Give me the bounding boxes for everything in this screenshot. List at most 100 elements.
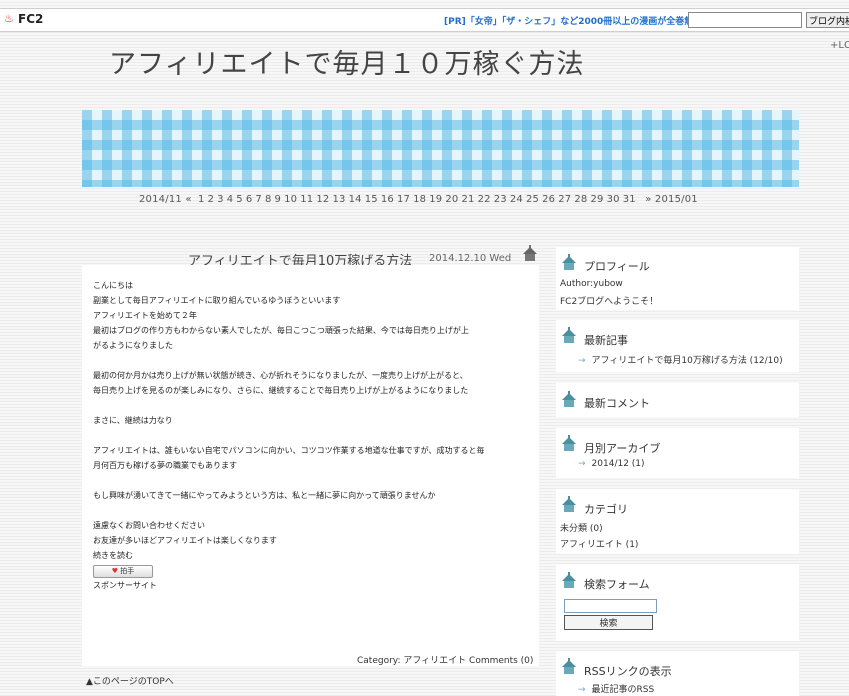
entry-text-line [93, 353, 533, 368]
entry-text-line [93, 473, 533, 488]
read-more-link[interactable]: 続きを読む [93, 548, 533, 563]
entry-date: 2014.12.10 Wed [429, 253, 512, 264]
entry-text-line: がるようになりました [93, 341, 173, 350]
entry-text-line [93, 398, 533, 413]
sidebar-recent-comments: 最新コメント [556, 383, 799, 417]
calendar-day[interactable]: 25 [526, 194, 539, 205]
calendar-day[interactable]: 27 [558, 194, 571, 205]
calendar-day[interactable]: 4 [227, 194, 234, 205]
entry-text-line: 最初の何か月かは売り上げが無い状態が続き、心が折れそうになりましたが、一度売り上… [93, 371, 468, 380]
calendar-day[interactable]: 7 [255, 194, 262, 205]
archive-house-icon [562, 435, 576, 451]
entry-text-line: 最初はブログの作り方もわからない素人でしたが、毎日こつこつ頑張った結果、今では毎… [93, 326, 469, 335]
calendar-prev-month[interactable]: 2014/11 « [139, 194, 192, 205]
calendar-strip: 2014/11 « 1 2 3 4 5 6 7 8 9 10 11 12 13 14 15 16 17 18 19 2… [139, 194, 701, 205]
calendar-day[interactable]: 3 [217, 194, 224, 205]
fc2-flame-icon: ♨ [4, 12, 14, 25]
archive-title: 月別アーカイブ [584, 442, 661, 455]
sidebar-search-button[interactable]: 検索 [564, 615, 653, 630]
entry-text-line: こんにちは [93, 281, 133, 290]
calendar-day[interactable]: 21 [461, 194, 474, 205]
category-item-uncategorized[interactable]: 未分類 (0) [560, 521, 603, 534]
calendar-day[interactable]: 23 [494, 194, 507, 205]
category-house-icon [562, 496, 576, 512]
recent-comments-title: 最新コメント [584, 397, 650, 410]
arrow-right-icon: → [578, 685, 586, 695]
sidebar-search: 検索フォーム 検索 [556, 564, 799, 641]
search-house-icon [562, 572, 576, 588]
clap-label: 拍手 [120, 567, 135, 575]
entry-text-line: 月何百万も稼げる夢の職業でもあります [93, 461, 237, 470]
sponsor-heading: スポンサーサイト [93, 581, 157, 590]
entry-text-line: アフィリエイトを始めて２年 [93, 311, 197, 320]
fc2-logo[interactable]: ♨ FC2 [4, 12, 43, 26]
calendar-day[interactable]: 24 [510, 194, 523, 205]
calendar-day[interactable]: 17 [397, 194, 410, 205]
archive-label: 2014/12 (1) [591, 459, 645, 469]
fc2-header-bar: ♨ FC2 [PR]「女帝」「ザ・シェフ」など2000冊以上の漫画が全巻無料！ … [0, 8, 849, 32]
search-form-title: 検索フォーム [584, 578, 650, 591]
page-top-link[interactable]: ▲このページのTOPへ [86, 674, 174, 687]
calendar-day[interactable]: 18 [413, 194, 426, 205]
arrow-right-icon: → [578, 356, 586, 366]
calendar-day[interactable]: 5 [236, 194, 243, 205]
calendar-next-month[interactable]: » 2015/01 [645, 194, 698, 205]
rss-title: RSSリンクの表示 [584, 665, 672, 678]
calendar-day[interactable]: 13 [332, 194, 345, 205]
calendar-day[interactable]: 31 [623, 194, 636, 205]
calendar-day[interactable]: 8 [265, 194, 272, 205]
calendar-day[interactable]: 28 [574, 194, 587, 205]
blog-search-button[interactable]: ブログ内検索 [806, 12, 849, 28]
calendar-day[interactable]: 10 [284, 194, 297, 205]
sidebar-search-input[interactable] [564, 599, 657, 613]
archive-item[interactable]: → 2014/12 (1) [578, 459, 645, 469]
profile-house-icon [562, 254, 576, 270]
category-title: カテゴリ [584, 503, 628, 516]
sidebar-profile: プロフィール Author:yubow FC2ブログへようこそ！ [556, 247, 799, 310]
blog-search-input[interactable] [688, 12, 802, 28]
profile-welcome[interactable]: FC2ブログへようこそ！ [560, 294, 658, 307]
sidebar-archive: 月別アーカイブ → 2014/12 (1) [556, 428, 799, 478]
calendar-day[interactable]: 9 [275, 194, 282, 205]
entry-text: こんにちは 副業として毎日アフィリエイトに取り組んでいるゆうぼうといいます アフィリ… [93, 278, 533, 548]
rss-house-icon [562, 658, 576, 674]
heart-icon: ♥ [111, 567, 119, 575]
calendar-day[interactable]: 22 [478, 194, 491, 205]
calendar-day[interactable]: 11 [300, 194, 313, 205]
recent-posts-house-icon [562, 327, 576, 343]
calendar-day[interactable]: 2 [208, 194, 215, 205]
recent-post-item[interactable]: → アフィリエイトで毎月10万稼げる方法 (12/10) [578, 353, 783, 366]
calendar-day[interactable]: 29 [590, 194, 603, 205]
calendar-day[interactable]: 16 [381, 194, 394, 205]
entry-text-line: 遠慮なくお問い合わせください [93, 521, 205, 530]
sidebar-recent-posts: 最新記事 → アフィリエイトで毎月10万稼げる方法 (12/10) [556, 320, 799, 372]
gingham-banner-image [82, 110, 799, 187]
arrow-right-icon: → [578, 459, 586, 469]
profile-author: Author:yubow [560, 279, 623, 289]
clap-button[interactable]: ♥ 拍手 [93, 565, 153, 578]
entry-text-line: 毎日売り上げを見るのが楽しみになり、さらに、継続することで毎日売り上げが上がるよ… [93, 386, 469, 395]
calendar-day[interactable]: 26 [542, 194, 555, 205]
blog-title[interactable]: アフィリエイトで毎月１０万稼ぐ方法 [109, 42, 584, 81]
entry-text-line [93, 428, 533, 443]
calendar-days: 1 2 3 4 5 6 7 8 9 10 11 12 13 14 15 16 17 18 19 20 21 22 23 24 2… [198, 194, 639, 205]
profile-title: プロフィール [584, 260, 650, 273]
plus-lc-link[interactable]: +LC [830, 40, 849, 51]
calendar-day[interactable]: 6 [246, 194, 253, 205]
calendar-day[interactable]: 1 [198, 194, 205, 205]
category-item-affiliate[interactable]: アフィリエイト (1) [560, 537, 638, 550]
entry-text-line: お友達が多いほどアフィリエイトは楽しくなります [93, 536, 277, 545]
sidebar-rss: RSSリンクの表示 → 最近記事のRSS [556, 651, 799, 696]
entry-text-line: まさに、継続は力なり [93, 416, 173, 425]
entry-text-line: アフィリエイトは、誰もいない自宅でパソコンに向かい、コツコツ作業する地道な仕事で… [93, 446, 485, 455]
pr-ad-link[interactable]: [PR]「女帝」「ザ・シェフ」など2000冊以上の漫画が全巻無料！ [444, 14, 711, 27]
calendar-day[interactable]: 12 [316, 194, 329, 205]
calendar-day[interactable]: 15 [365, 194, 378, 205]
calendar-day[interactable]: 20 [445, 194, 458, 205]
calendar-day[interactable]: 30 [607, 194, 620, 205]
entry-text-line: 副業として毎日アフィリエイトに取り組んでいるゆうぼうといいます [93, 296, 341, 305]
rss-item[interactable]: → 最近記事のRSS [578, 682, 654, 695]
calendar-day[interactable]: 14 [349, 194, 362, 205]
calendar-day[interactable]: 19 [429, 194, 442, 205]
entry-footer[interactable]: Category: アフィリエイト Comments (0) [357, 653, 533, 666]
